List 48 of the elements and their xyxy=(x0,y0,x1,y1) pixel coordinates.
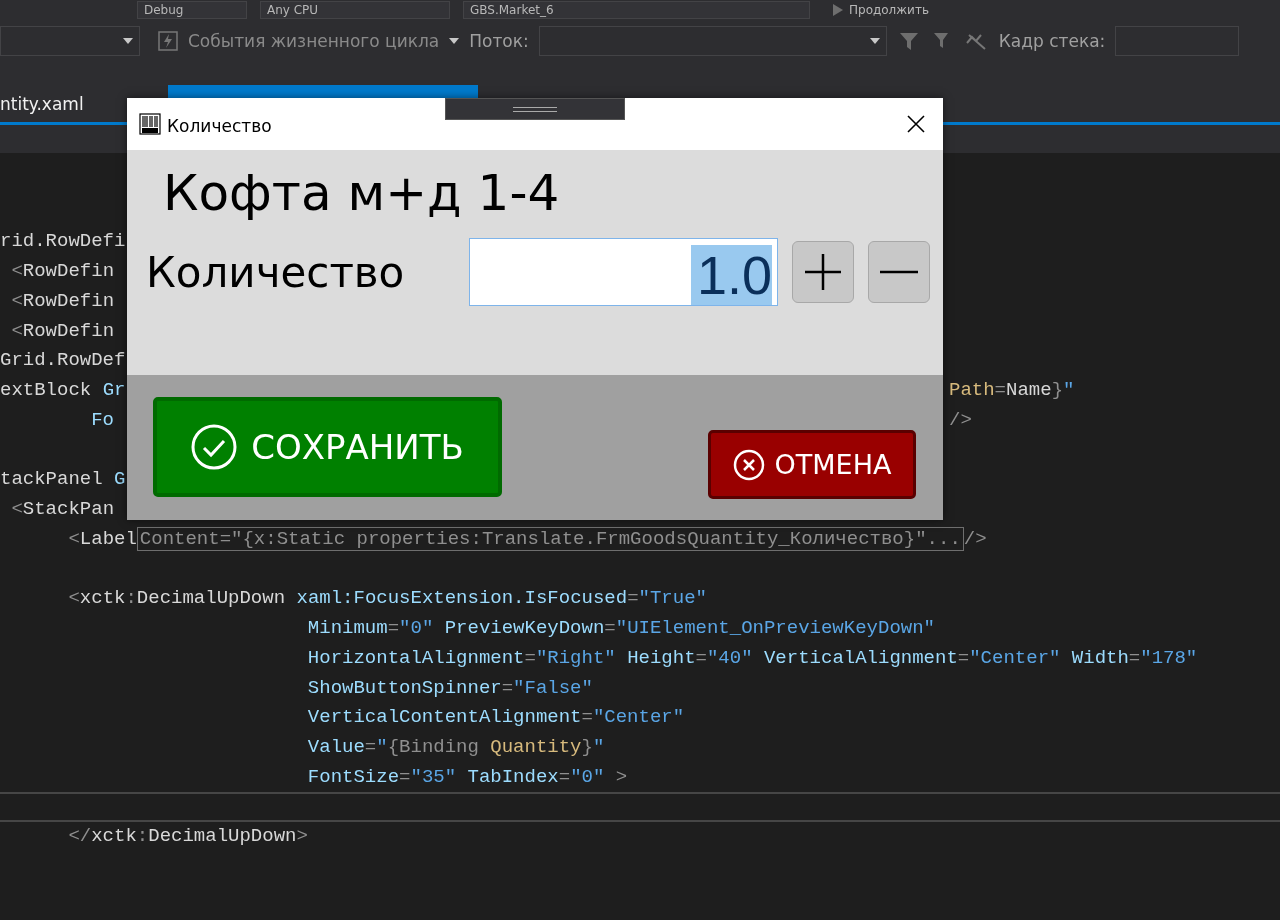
code-line: /> xyxy=(949,408,973,431)
code-line: Path=Name}" xyxy=(949,379,1076,402)
code-line: VerticalContentAlignment="Center" xyxy=(306,706,685,729)
project-dropdown[interactable]: GBS.Market_6 xyxy=(463,1,810,19)
code-line: HorizontalAlignment="Right" Height="40" VerticalAlignment="Center" Width="178" xyxy=(306,646,1198,669)
x-circle-icon xyxy=(732,448,765,481)
continue-button[interactable]: Продолжить xyxy=(833,3,929,17)
platform-dropdown[interactable]: Any CPU xyxy=(260,1,450,19)
code-line: Value="{Binding Quantity}" xyxy=(306,736,605,759)
play-icon xyxy=(833,4,843,16)
code-line: <xctk:DecimalUpDown xaml:FocusExtension.IsFocused="True" xyxy=(67,587,707,610)
product-name: Кофта м+д 1-4 xyxy=(162,163,561,224)
barcode-icon xyxy=(139,113,161,135)
caret-icon xyxy=(449,38,460,44)
stack-frame-label: Кадр стека: xyxy=(998,31,1106,51)
lightning-icon[interactable] xyxy=(158,31,178,51)
code-line: Grid.RowDef xyxy=(0,349,127,372)
code-line: extBlock Gr xyxy=(0,379,127,402)
code-line: <RowDefin xyxy=(10,319,116,342)
caret-icon xyxy=(123,38,133,44)
thread-label: Поток: xyxy=(469,31,529,51)
quantity-label: Количество xyxy=(146,247,406,297)
code-line: rid.RowDefi xyxy=(0,230,127,253)
decrement-button[interactable] xyxy=(868,241,930,303)
drag-handle[interactable] xyxy=(445,98,625,120)
code-line: <Label Content="{x:Static properties:Translate.FrmGoodsQuantity_Количество}".../> xyxy=(67,527,987,550)
code-line: <RowDefin xyxy=(10,260,116,283)
lifecycle-events-label[interactable]: События жизненного цикла xyxy=(188,31,440,51)
code-line: ShowButtonSpinner="False" xyxy=(306,676,593,699)
code-line: FontSize="35" TabIndex="0" > xyxy=(306,765,628,788)
close-icon xyxy=(907,115,925,133)
code-line: </xctk:DecimalUpDown> xyxy=(67,825,308,848)
quantity-field[interactable]: 1.0 xyxy=(469,238,778,306)
minus-icon xyxy=(880,270,918,274)
plus-icon xyxy=(804,253,842,291)
code-line: <StackPan xyxy=(10,498,116,521)
code-line: Fo xyxy=(90,408,116,431)
dialog-title: Количество xyxy=(167,115,273,136)
code-line: <RowDefin xyxy=(10,289,116,312)
save-button[interactable]: СОХРАНИТЬ xyxy=(153,397,502,497)
code-line: tackPanel G xyxy=(0,468,127,491)
check-circle-icon xyxy=(191,424,238,470)
increment-button[interactable] xyxy=(792,241,854,303)
configuration-dropdown[interactable]: Debug xyxy=(137,1,247,19)
cancel-button[interactable]: ОТМЕНА xyxy=(708,430,916,499)
caret-icon xyxy=(869,38,880,44)
document-tab[interactable]: ntity.xaml xyxy=(0,85,110,122)
code-line: Minimum="0" PreviewKeyDown="UIElement_OnPreviewKeyDown" xyxy=(306,617,935,640)
